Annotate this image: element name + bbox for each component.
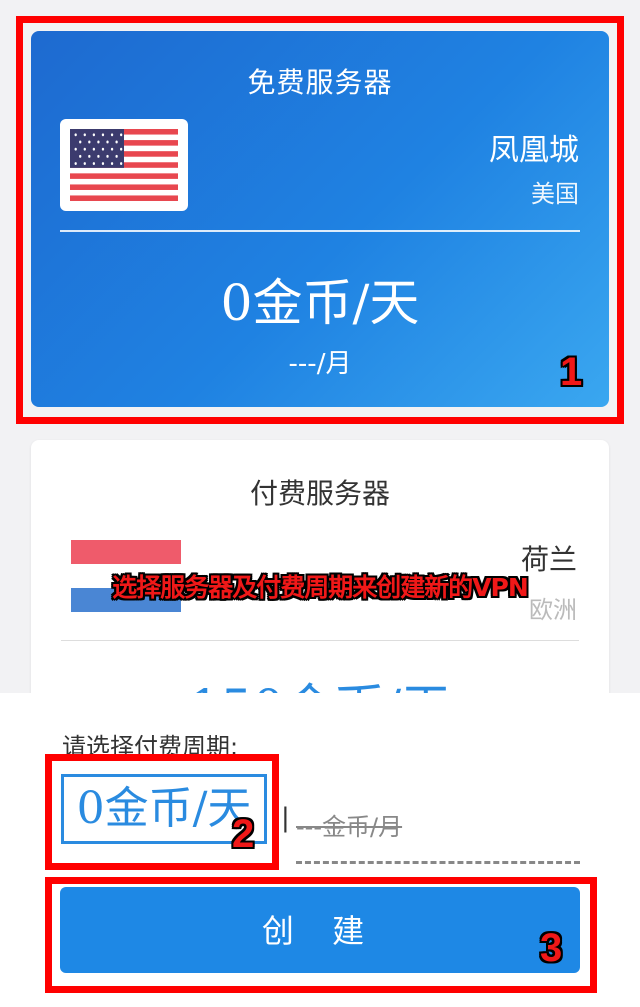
overlay-caption: 选择服务器及付费周期来创建新的VPN xyxy=(112,573,529,602)
annotation-box-1 xyxy=(16,16,624,424)
dashed-underline xyxy=(296,861,580,864)
annotation-box-3 xyxy=(45,877,597,993)
annotation-number-3: 3 xyxy=(540,926,563,970)
period-separator: | xyxy=(281,803,290,833)
divider xyxy=(61,640,579,641)
vpn-create-screen: 免费服务器 凤凰城 美国 0金币/天 ---/月 付费服务器 荷兰 欧洲 选择服… xyxy=(0,0,640,1007)
annotation-number-1: 1 xyxy=(560,350,583,394)
paid-server-title: 付费服务器 xyxy=(249,477,390,510)
annotation-number-2: 2 xyxy=(232,812,255,856)
period-option-month[interactable]: ---金币/月 xyxy=(296,807,402,842)
